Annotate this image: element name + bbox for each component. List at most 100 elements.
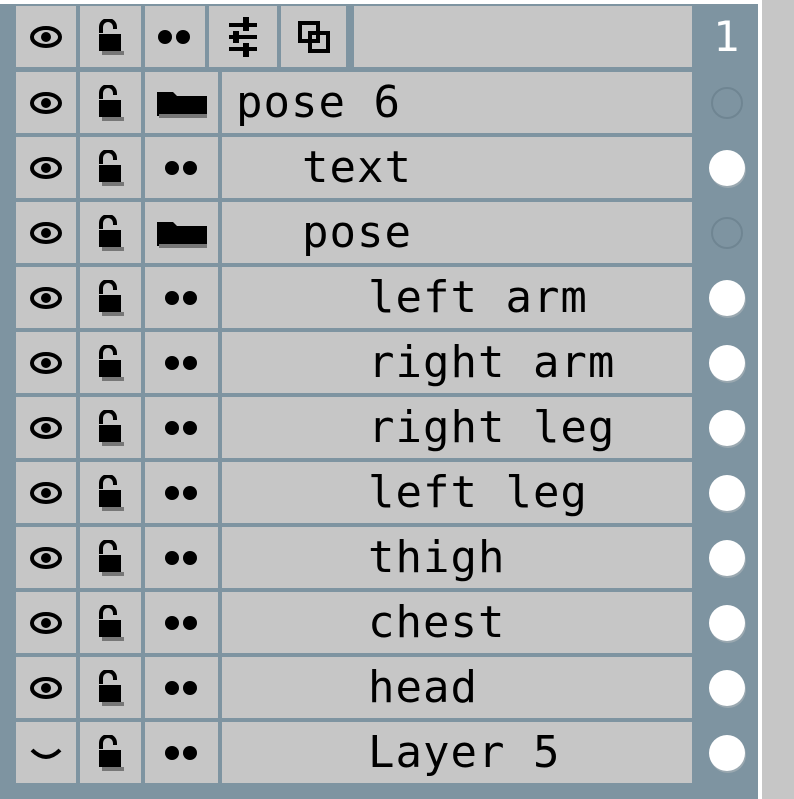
eye-icon	[30, 91, 62, 114]
eye-icon	[30, 286, 62, 309]
visibility-toggle[interactable]	[16, 72, 76, 133]
visibility-toggle[interactable]	[16, 202, 76, 263]
lock-toggle[interactable]	[80, 657, 141, 718]
visibility-toggle[interactable]	[16, 657, 76, 718]
lock-icon	[98, 409, 124, 446]
folder-toggle[interactable]	[145, 72, 218, 133]
outline-toggle[interactable]	[145, 267, 218, 328]
panel-top-border	[0, 0, 762, 4]
lock-icon	[98, 539, 124, 576]
lock-toggle[interactable]	[80, 592, 141, 653]
layer-marker-cell[interactable]	[696, 332, 758, 393]
layer-name-cell[interactable]: right leg	[222, 397, 692, 458]
header-spacer	[354, 6, 692, 67]
scrollbar[interactable]	[762, 0, 794, 799]
toggle-all-outline-button[interactable]	[145, 6, 205, 67]
layer-name-cell[interactable]: head	[222, 657, 692, 718]
lock-toggle[interactable]	[80, 72, 141, 133]
lock-toggle[interactable]	[80, 202, 141, 263]
eye-icon	[30, 416, 62, 439]
marker-dot-icon	[709, 539, 745, 576]
eye-icon	[30, 481, 62, 504]
layer-row[interactable]: Layer 5	[12, 722, 692, 783]
marker-dot-icon	[709, 279, 745, 316]
outline-toggle[interactable]	[145, 657, 218, 718]
layer-name-cell[interactable]: chest	[222, 592, 692, 653]
layer-marker-cell[interactable]	[696, 137, 758, 198]
outline-toggle[interactable]	[145, 137, 218, 198]
layer-name-cell[interactable]: thigh	[222, 527, 692, 588]
layer-name-cell[interactable]: pose 6	[222, 72, 692, 133]
folder-icon	[156, 91, 207, 118]
layer-row[interactable]: thigh	[12, 527, 692, 588]
lock-toggle[interactable]	[80, 722, 141, 783]
dots-icon	[164, 745, 197, 760]
layer-marker-cell[interactable]	[696, 657, 758, 718]
outline-toggle[interactable]	[145, 592, 218, 653]
lock-toggle[interactable]	[80, 137, 141, 198]
layer-marker-cell[interactable]	[696, 202, 758, 263]
visibility-toggle-hidden[interactable]	[16, 722, 76, 783]
layer-marker-cell[interactable]	[696, 462, 758, 523]
outline-toggle[interactable]	[145, 527, 218, 588]
visibility-toggle[interactable]	[16, 332, 76, 393]
lock-icon	[98, 18, 124, 55]
dots-icon	[164, 290, 197, 305]
layer-marker-cell[interactable]	[696, 592, 758, 653]
eye-closed-icon	[30, 748, 62, 759]
layer-row[interactable]: head	[12, 657, 692, 718]
visibility-toggle[interactable]	[16, 462, 76, 523]
eye-icon	[30, 676, 62, 699]
layer-name-cell[interactable]: right arm	[222, 332, 692, 393]
lock-toggle[interactable]	[80, 332, 141, 393]
eye-icon	[30, 611, 62, 634]
layer-row[interactable]: right arm	[12, 332, 692, 393]
lock-toggle[interactable]	[80, 397, 141, 458]
layer-row[interactable]: left arm	[12, 267, 692, 328]
layer-marker-cell[interactable]	[696, 72, 758, 133]
layer-row[interactable]: pose	[12, 202, 692, 263]
layer-marker-cell[interactable]	[696, 397, 758, 458]
toggle-all-lock-button[interactable]	[80, 6, 141, 67]
outline-toggle[interactable]	[145, 397, 218, 458]
layer-row[interactable]: left leg	[12, 462, 692, 523]
layer-index-number: 1	[713, 12, 741, 61]
visibility-toggle[interactable]	[16, 137, 76, 198]
layer-row[interactable]: text	[12, 137, 692, 198]
layer-marker-cell[interactable]	[696, 267, 758, 328]
marker-dot-icon	[709, 669, 745, 706]
dots-icon	[164, 420, 197, 435]
folder-toggle[interactable]	[145, 202, 218, 263]
layer-name: right arm	[368, 337, 616, 388]
toggle-all-visibility-button[interactable]	[16, 6, 76, 67]
layer-name: left arm	[368, 272, 588, 323]
layer-row[interactable]: chest	[12, 592, 692, 653]
visibility-toggle[interactable]	[16, 397, 76, 458]
layer-name-cell[interactable]: pose	[222, 202, 692, 263]
dots-icon	[164, 680, 197, 695]
dots-icon	[158, 29, 190, 44]
visibility-toggle[interactable]	[16, 527, 76, 588]
lock-icon	[98, 84, 124, 121]
layer-options-button[interactable]	[209, 6, 277, 67]
layer-marker-cell[interactable]	[696, 722, 758, 783]
layer-index-badge: 1	[696, 6, 758, 67]
layer-marker-cell[interactable]	[696, 527, 758, 588]
lock-icon	[98, 604, 124, 641]
outline-toggle[interactable]	[145, 722, 218, 783]
marker-dot-icon	[709, 734, 745, 771]
layer-name-cell[interactable]: Layer 5	[222, 722, 692, 783]
layer-row[interactable]: right leg	[12, 397, 692, 458]
lock-toggle[interactable]	[80, 267, 141, 328]
lock-toggle[interactable]	[80, 462, 141, 523]
duplicate-button[interactable]	[281, 6, 346, 67]
layer-name-cell[interactable]: left arm	[222, 267, 692, 328]
outline-toggle[interactable]	[145, 332, 218, 393]
layer-row[interactable]: pose 6	[12, 72, 692, 133]
outline-toggle[interactable]	[145, 462, 218, 523]
lock-toggle[interactable]	[80, 527, 141, 588]
visibility-toggle[interactable]	[16, 592, 76, 653]
layer-name-cell[interactable]: left leg	[222, 462, 692, 523]
layer-name-cell[interactable]: text	[222, 137, 692, 198]
visibility-toggle[interactable]	[16, 267, 76, 328]
